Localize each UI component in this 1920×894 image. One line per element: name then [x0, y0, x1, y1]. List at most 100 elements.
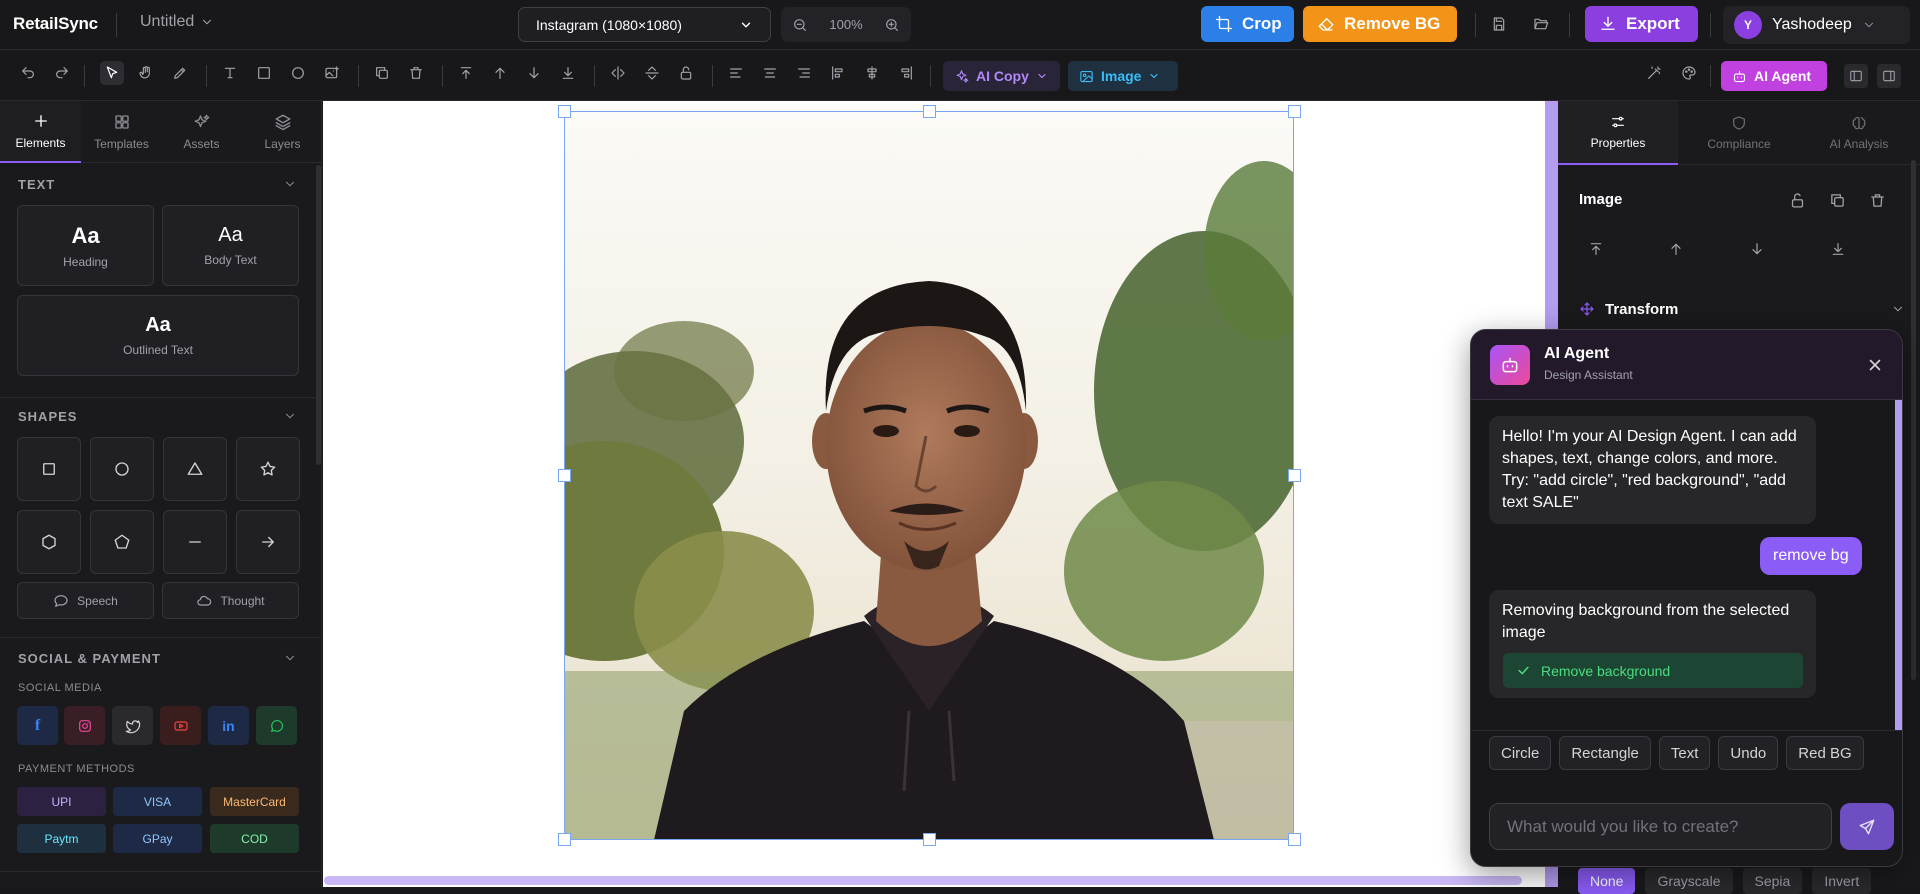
facebook-icon[interactable]: f	[17, 706, 58, 745]
flip-vertical-icon[interactable]	[644, 65, 660, 81]
bring-to-front-icon[interactable]	[458, 65, 474, 81]
triangle-icon[interactable]	[163, 437, 227, 501]
quick-action-rectangle[interactable]: Rectangle	[1559, 736, 1651, 770]
payment-mastercard[interactable]: MasterCard	[210, 787, 299, 816]
filter-sepia[interactable]: Sepia	[1742, 868, 1803, 894]
palette-icon[interactable]	[1681, 65, 1697, 81]
export-button[interactable]: Export	[1585, 6, 1698, 42]
flip-horizontal-icon[interactable]	[610, 65, 626, 81]
canvas-horizontal-scrollbar[interactable]	[324, 876, 1522, 885]
resize-handle-ne[interactable]	[1288, 105, 1301, 118]
payment-visa[interactable]: VISA	[113, 787, 202, 816]
star-icon[interactable]	[236, 437, 300, 501]
delete-icon[interactable]	[408, 65, 424, 81]
hand-tool-icon[interactable]	[138, 65, 154, 81]
send-button[interactable]	[1840, 803, 1894, 850]
speech-bubble-card[interactable]: Speech	[17, 582, 154, 619]
payment-paytm[interactable]: Paytm	[17, 824, 106, 853]
align-left-icon[interactable]	[728, 65, 744, 81]
chat-input[interactable]	[1489, 803, 1832, 850]
magic-wand-icon[interactable]	[1646, 65, 1662, 81]
filter-grayscale[interactable]: Grayscale	[1645, 868, 1733, 894]
tab-compliance[interactable]: Compliance	[1679, 101, 1799, 165]
quick-action-red-bg[interactable]: Red BG	[1786, 736, 1864, 770]
quick-action-circle[interactable]: Circle	[1489, 736, 1552, 770]
payment-upi[interactable]: UPI	[17, 787, 106, 816]
resize-handle-s[interactable]	[923, 833, 936, 846]
remove-bg-button[interactable]: Remove BG	[1303, 6, 1457, 42]
resize-handle-e[interactable]	[1288, 469, 1301, 482]
resize-handle-se[interactable]	[1288, 833, 1301, 846]
folder-open-icon[interactable]	[1533, 16, 1549, 32]
tab-properties[interactable]: Properties	[1558, 101, 1678, 165]
document-title[interactable]: Untitled	[140, 13, 214, 31]
align-right-icon[interactable]	[796, 65, 812, 81]
align-objects-left-icon[interactable]	[830, 65, 846, 81]
canvas-size-select[interactable]: Instagram (1080×1080)	[518, 7, 771, 42]
resize-handle-w[interactable]	[558, 469, 571, 482]
user-menu[interactable]: Y Yashodeep	[1723, 6, 1910, 44]
quick-action-text[interactable]: Text	[1658, 736, 1711, 770]
send-to-back-icon[interactable]	[560, 65, 576, 81]
outlined-text-card[interactable]: Aa Outlined Text	[17, 295, 299, 376]
payment-gpay[interactable]: GPay	[113, 824, 202, 853]
ai-agent-button[interactable]: AI Agent	[1721, 61, 1827, 91]
image-upload-icon[interactable]	[324, 65, 340, 81]
zoom-out-icon[interactable]	[792, 17, 808, 33]
filter-none[interactable]: None	[1578, 868, 1636, 894]
tab-ai-analysis[interactable]: AI Analysis	[1799, 101, 1919, 165]
select-tool-icon[interactable]	[100, 61, 124, 85]
resize-handle-n[interactable]	[923, 105, 936, 118]
toggle-left-panel-icon[interactable]	[1844, 64, 1868, 88]
save-icon[interactable]	[1491, 16, 1507, 32]
chevron-down-icon[interactable]	[283, 409, 297, 423]
instagram-icon[interactable]	[64, 706, 105, 745]
line-icon[interactable]	[163, 510, 227, 574]
square-icon[interactable]	[17, 437, 81, 501]
rectangle-tool-icon[interactable]	[256, 65, 272, 81]
tab-layers[interactable]: Layers	[242, 101, 321, 163]
close-icon[interactable]	[1866, 356, 1884, 374]
right-panel-scrollbar[interactable]	[1911, 160, 1916, 680]
tab-elements[interactable]: Elements	[0, 101, 81, 163]
transform-section-header[interactable]: Transform	[1560, 292, 1905, 326]
body-text-card[interactable]: Aa Body Text	[162, 205, 299, 286]
lock-open-icon[interactable]	[1789, 192, 1806, 209]
filter-invert[interactable]: Invert	[1812, 868, 1872, 894]
whatsapp-icon[interactable]	[256, 706, 297, 745]
tab-templates[interactable]: Templates	[81, 101, 162, 163]
chevron-down-icon[interactable]	[283, 651, 297, 665]
resize-handle-sw[interactable]	[558, 833, 571, 846]
chat-scrollbar[interactable]	[1895, 400, 1902, 730]
chevron-down-icon[interactable]	[283, 177, 297, 191]
youtube-icon[interactable]	[160, 706, 201, 745]
circle-icon[interactable]	[90, 437, 154, 501]
circle-tool-icon[interactable]	[290, 65, 306, 81]
send-to-back-icon[interactable]	[1830, 241, 1846, 257]
linkedin-icon[interactable]: in	[208, 706, 249, 745]
bring-to-front-icon[interactable]	[1588, 241, 1604, 257]
arrow-icon[interactable]	[236, 510, 300, 574]
twitter-icon[interactable]	[112, 706, 153, 745]
text-tool-icon[interactable]	[222, 65, 238, 81]
hexagon-icon[interactable]	[17, 510, 81, 574]
crop-button[interactable]: Crop	[1201, 6, 1294, 42]
bring-forward-icon[interactable]	[1668, 241, 1684, 257]
action-chip-remove-background[interactable]: Remove background	[1503, 653, 1803, 688]
zoom-in-icon[interactable]	[884, 17, 900, 33]
align-center-icon[interactable]	[762, 65, 778, 81]
ai-copy-button[interactable]: AI Copy	[943, 61, 1060, 91]
undo-icon[interactable]	[20, 65, 36, 81]
delete-icon[interactable]	[1869, 192, 1886, 209]
resize-handle-nw[interactable]	[558, 105, 571, 118]
redo-icon[interactable]	[54, 65, 70, 81]
image-menu-button[interactable]: Image	[1068, 61, 1178, 91]
lock-icon[interactable]	[678, 65, 694, 81]
send-backward-icon[interactable]	[526, 65, 542, 81]
align-objects-center-icon[interactable]	[864, 65, 880, 81]
quick-action-undo[interactable]: Undo	[1718, 736, 1779, 770]
left-panel-scrollbar[interactable]	[316, 165, 321, 465]
duplicate-icon[interactable]	[1829, 192, 1846, 209]
heading-text-card[interactable]: Aa Heading	[17, 205, 154, 286]
toggle-right-panel-icon[interactable]	[1877, 64, 1901, 88]
